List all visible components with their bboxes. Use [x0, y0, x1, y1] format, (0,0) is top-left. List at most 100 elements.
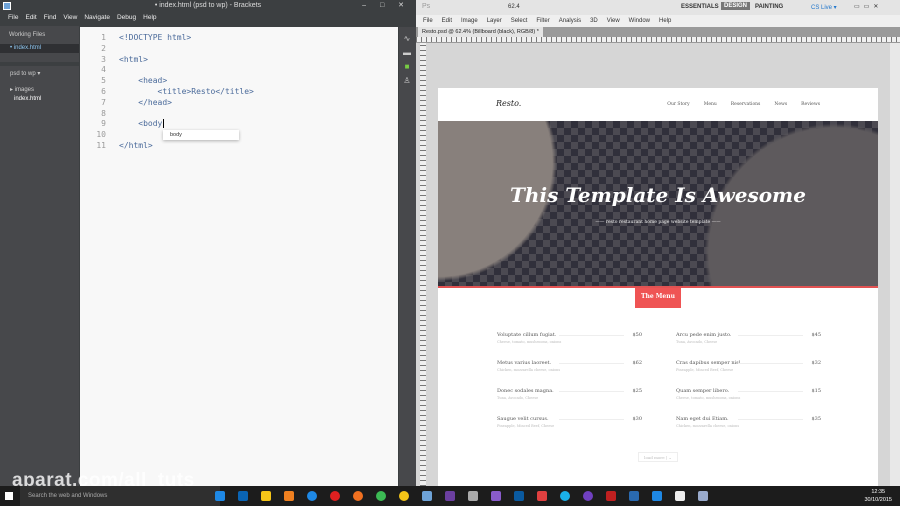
app-icon[interactable] — [698, 491, 708, 501]
menu-layer[interactable]: Layer — [487, 15, 502, 27]
extension-manager-icon[interactable]: ▬ — [402, 49, 412, 57]
line-number: 2 — [101, 43, 106, 53]
cs-live-button[interactable]: CS Live ▾ — [811, 4, 837, 11]
menu-analysis[interactable]: Analysis — [559, 15, 581, 27]
windows-start-icon[interactable] — [5, 492, 13, 500]
menu-item: Cras dapibus semper nisl. Pineapple, Minc… — [676, 360, 821, 372]
visual-studio-icon[interactable] — [491, 491, 501, 501]
app-icon[interactable] — [468, 491, 478, 501]
skype-icon[interactable] — [560, 491, 570, 501]
app-icon[interactable] — [537, 491, 547, 501]
zoom-level[interactable]: 62.4 — [508, 4, 520, 10]
opera-icon[interactable] — [330, 491, 340, 501]
menu-item-desc: Pineapple, Minced Beef, Cheese — [497, 424, 555, 428]
divider — [559, 391, 624, 392]
menu-3d[interactable]: 3D — [590, 15, 598, 27]
photoshop-taskbar-icon[interactable] — [514, 491, 524, 501]
menu-find[interactable]: Find — [44, 12, 57, 24]
workspace-essentials[interactable]: ESSENTIALS — [681, 4, 719, 10]
code-line[interactable]: <!DOCTYPE html> — [119, 33, 191, 42]
app-icon[interactable] — [583, 491, 593, 501]
menu-image[interactable]: Image — [461, 15, 478, 27]
tree-folder-images[interactable]: ▸ images — [10, 86, 34, 93]
menu-item-price: $15 — [811, 388, 821, 394]
menu-view[interactable]: View — [63, 12, 77, 24]
app-icon[interactable] — [652, 491, 662, 501]
live-preview-icon[interactable]: ∿ — [402, 35, 412, 43]
menu-help[interactable]: Help — [143, 12, 156, 24]
date: 30/10/2015 — [864, 497, 892, 503]
code-line[interactable]: </html> — [119, 141, 153, 150]
vertical-ruler — [420, 43, 426, 486]
tool-icon[interactable]: ♙ — [402, 77, 412, 85]
window-controls[interactable]: – □ ✕ — [362, 0, 410, 12]
menu-item-price: $62 — [632, 360, 642, 366]
menu-edit[interactable]: Edit — [25, 12, 36, 24]
menu-edit[interactable]: Edit — [442, 15, 452, 27]
file-explorer-icon[interactable] — [261, 491, 271, 501]
menu-file[interactable]: File — [8, 12, 18, 24]
menu-filter[interactable]: Filter — [536, 15, 549, 27]
edge-icon[interactable] — [307, 491, 317, 501]
steam-icon[interactable] — [629, 491, 639, 501]
nav-news: News — [774, 102, 788, 107]
app-icon[interactable] — [215, 491, 225, 501]
document-canvas[interactable]: Resto. Our Story Menu Reservations News … — [438, 88, 878, 486]
document-tab[interactable]: Resto.psd @ 62.4% (Billboard (black), RG… — [418, 27, 543, 37]
menu-item-price: $25 — [632, 388, 642, 394]
divider — [738, 335, 803, 336]
outlook-icon[interactable] — [238, 491, 248, 501]
code-line[interactable]: <body — [119, 119, 164, 128]
premiere-icon[interactable] — [445, 491, 455, 501]
menu-help[interactable]: Help — [659, 15, 671, 27]
chrome-icon[interactable] — [376, 491, 386, 501]
menu-window[interactable]: Window — [629, 15, 650, 27]
window-controls[interactable]: ▭▭✕ — [854, 3, 882, 10]
code-line[interactable]: </head> — [119, 98, 172, 107]
menu-item-desc: Chicken, mozzarella cheese, onions — [676, 424, 740, 428]
project-dropdown[interactable]: psd to wp ▾ — [10, 70, 40, 77]
menu-item-price: $30 — [632, 416, 642, 422]
taskbar-search[interactable]: Search the web and Windows — [20, 486, 220, 506]
app-icon[interactable] — [399, 491, 409, 501]
brackets-taskbar-icon[interactable] — [422, 491, 432, 501]
menu-section-badge: The Menu — [635, 288, 681, 308]
divider — [559, 419, 624, 420]
line-number: 1 — [101, 33, 106, 42]
line-number: 4 — [101, 65, 106, 75]
menu-view[interactable]: View — [607, 15, 620, 27]
taskbar: Search the web and Windows 12:35 30/10/20… — [0, 486, 900, 506]
nav-reservations: Reservations — [730, 102, 761, 107]
menu-debug[interactable]: Debug — [117, 12, 136, 24]
code-line[interactable]: <html> — [119, 55, 148, 64]
working-file-item[interactable]: • index.html — [0, 44, 79, 53]
line-number: 3 — [101, 54, 106, 64]
extension-icon[interactable]: ■ — [402, 63, 412, 71]
filezilla-icon[interactable] — [606, 491, 616, 501]
workspace-design[interactable]: DESIGN — [721, 2, 751, 10]
nav-reviews: Reviews — [801, 102, 820, 107]
home-icon[interactable] — [675, 491, 685, 501]
clock[interactable]: 12:35 30/10/2015 — [864, 488, 892, 504]
tree-file-index[interactable]: index.html — [14, 96, 41, 102]
menu-select[interactable]: Select — [511, 15, 528, 27]
nav-our-story: Our Story — [667, 102, 690, 107]
code-line[interactable]: <title>Resto</title> — [119, 87, 254, 96]
code-line[interactable]: <head> — [119, 76, 167, 85]
menu-item-price: $35 — [811, 416, 821, 422]
vertical-scrollbar[interactable] — [890, 43, 900, 486]
line-number: 9 — [101, 119, 106, 129]
right-toolbar: ∿ ▬ ■ ♙ — [399, 27, 416, 486]
store-icon[interactable] — [284, 491, 294, 501]
working-files-label: Working Files — [9, 32, 46, 38]
code-hint-popup[interactable]: body — [163, 130, 239, 140]
firefox-icon[interactable] — [353, 491, 363, 501]
divider — [559, 335, 624, 336]
menu-file[interactable]: File — [423, 15, 433, 27]
file-name: index.html — [13, 45, 42, 51]
workspace-painting[interactable]: PAINTING — [755, 4, 783, 10]
nav-menu: Menu — [703, 102, 717, 107]
menu-item: Voluptate cillum fugiat. Cheese, tomato, … — [497, 332, 642, 344]
code-editor[interactable]: 1 <!DOCTYPE html> 2 3 <html> 4 5 <head> 6 <titl… — [80, 27, 398, 486]
menu-navigate[interactable]: Navigate — [84, 12, 110, 24]
